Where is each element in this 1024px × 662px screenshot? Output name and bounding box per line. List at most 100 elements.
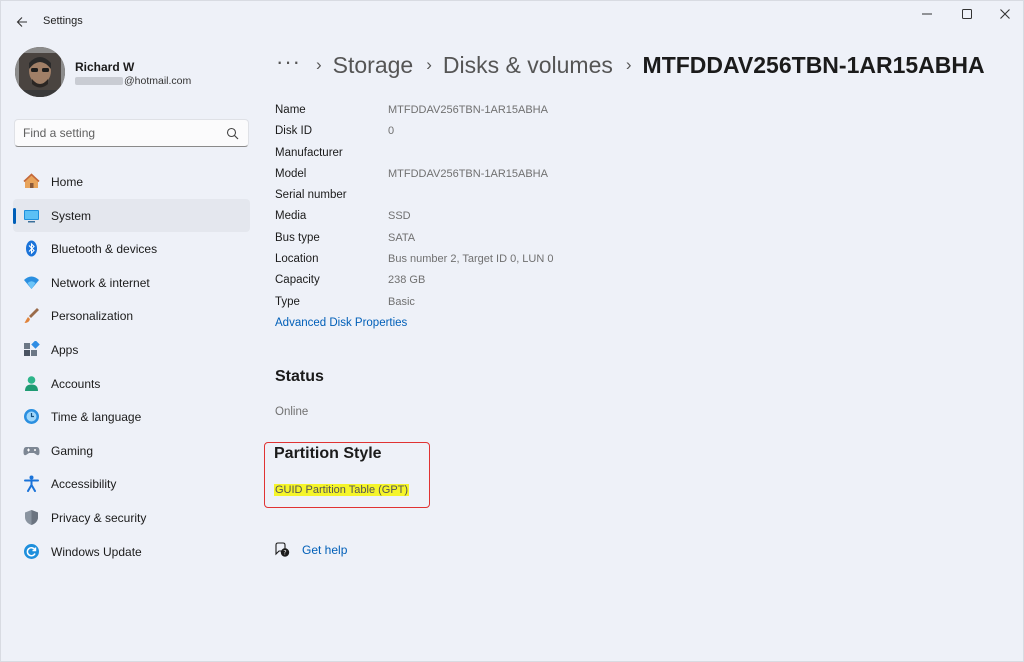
sidebar-item-home[interactable]: Home bbox=[13, 165, 250, 199]
page-title: MTFDDAV256TBN-1AR15ABHA bbox=[642, 51, 985, 78]
chevron-right-icon: › bbox=[625, 55, 632, 74]
property-key: Manufacturer bbox=[275, 146, 343, 159]
property-key: Serial number bbox=[275, 189, 347, 202]
bluetooth-icon bbox=[26, 240, 37, 257]
search-box[interactable] bbox=[14, 119, 249, 147]
title-bar: Settings bbox=[1, 1, 1023, 41]
shield-icon bbox=[25, 509, 38, 525]
property-key: Model bbox=[275, 167, 307, 180]
svg-text:?: ? bbox=[283, 550, 286, 557]
accounts-icon bbox=[25, 375, 38, 391]
property-value: 0 bbox=[388, 125, 395, 138]
accessibility-icon bbox=[24, 475, 39, 493]
sidebar-item-accessibility[interactable]: Accessibility bbox=[13, 467, 250, 501]
sidebar-item-privacy-security[interactable]: Privacy & security bbox=[13, 501, 250, 535]
maximize-icon bbox=[962, 9, 972, 19]
property-row: Disk ID 0 bbox=[275, 121, 675, 142]
property-key: Disk ID bbox=[275, 125, 313, 138]
search-icon[interactable] bbox=[226, 127, 239, 140]
system-icon bbox=[24, 209, 39, 223]
property-value: Bus number 2, Target ID 0, LUN 0 bbox=[388, 253, 554, 266]
sidebar-item-label: System bbox=[51, 208, 92, 223]
sidebar-item-network[interactable]: Network & internet bbox=[13, 266, 250, 300]
property-key: Location bbox=[275, 253, 319, 266]
property-row: Name MTFDDAV256TBN-1AR15ABHA bbox=[275, 100, 675, 121]
sidebar-item-time-language[interactable]: Time & language bbox=[13, 400, 250, 434]
breadcrumb: ··· › Storage › Disks & volumes › MTFDDA… bbox=[276, 49, 985, 81]
sidebar-item-accounts[interactable]: Accounts bbox=[13, 367, 250, 401]
status-value: Online bbox=[275, 406, 309, 418]
partition-style-heading: Partition Style bbox=[274, 445, 382, 462]
minimize-button[interactable] bbox=[909, 5, 945, 23]
property-row: Manufacturer bbox=[275, 143, 675, 164]
sidebar-item-label: Network & internet bbox=[51, 275, 150, 290]
property-row: Model MTFDDAV256TBN-1AR15ABHA bbox=[275, 164, 675, 185]
chevron-right-icon: › bbox=[315, 55, 322, 74]
property-key: Type bbox=[275, 295, 300, 308]
sidebar-item-windows-update[interactable]: Windows Update bbox=[13, 535, 250, 569]
property-value: MTFDDAV256TBN-1AR15ABHA bbox=[388, 104, 548, 116]
property-row: Capacity 238 GB bbox=[275, 270, 675, 291]
sidebar-item-label: Bluetooth & devices bbox=[51, 242, 158, 257]
sidebar-item-label: Apps bbox=[51, 342, 79, 357]
maximize-button[interactable] bbox=[949, 5, 985, 23]
app-title: Settings bbox=[43, 15, 83, 27]
minimize-icon bbox=[922, 13, 932, 15]
property-value: MTFDDAV256TBN-1AR15ABHA bbox=[388, 167, 548, 180]
search-input[interactable] bbox=[23, 125, 223, 141]
breadcrumb-item-storage[interactable]: Storage bbox=[333, 52, 414, 79]
property-row: Media SSD bbox=[275, 206, 675, 227]
sidebar-item-gaming[interactable]: Gaming bbox=[13, 434, 250, 468]
property-key: Media bbox=[275, 210, 307, 223]
get-help-link[interactable]: Get help bbox=[302, 543, 347, 557]
sidebar-item-bluetooth[interactable]: Bluetooth & devices bbox=[13, 232, 250, 266]
status-heading: Status bbox=[275, 368, 324, 385]
sidebar-item-label: Windows Update bbox=[51, 544, 142, 559]
apps-icon bbox=[24, 340, 40, 356]
sidebar-item-system[interactable]: System bbox=[13, 198, 250, 233]
close-icon bbox=[1000, 9, 1010, 19]
settings-window: Settings Richard W @hotmail.com Find a s… bbox=[0, 0, 1024, 662]
chevron-right-icon: › bbox=[426, 55, 432, 74]
back-arrow-icon bbox=[16, 17, 27, 27]
user-email-suffix: @hotmail.com bbox=[124, 75, 192, 87]
brush-icon bbox=[24, 308, 39, 324]
time-language-icon bbox=[24, 409, 39, 425]
wifi-icon bbox=[24, 276, 39, 289]
help-chat-icon: ? bbox=[275, 542, 290, 557]
avatar-photo-icon bbox=[15, 47, 65, 97]
selection-indicator bbox=[13, 207, 16, 224]
property-value: SSD bbox=[388, 210, 411, 223]
property-row: Location Bus number 2, Target ID 0, LUN … bbox=[275, 249, 675, 270]
sidebar-item-label: Accounts bbox=[51, 376, 101, 391]
user-name: Richard W bbox=[75, 60, 135, 74]
home-icon bbox=[23, 173, 40, 188]
property-key: Name bbox=[275, 104, 306, 116]
email-redaction bbox=[75, 77, 123, 85]
update-icon bbox=[24, 543, 39, 559]
sidebar-item-label: Home bbox=[51, 175, 84, 189]
property-value: 238 GB bbox=[388, 274, 426, 287]
get-help[interactable]: ? Get help bbox=[274, 542, 347, 558]
property-key: Bus type bbox=[275, 231, 320, 244]
avatar[interactable] bbox=[15, 47, 65, 97]
sidebar-item-label: Personalization bbox=[51, 309, 134, 324]
sidebar-item-apps[interactable]: Apps bbox=[13, 333, 250, 367]
breadcrumb-item-disks-volumes[interactable]: Disks & volumes bbox=[443, 52, 613, 79]
advanced-disk-properties-link[interactable]: Advanced Disk Properties bbox=[275, 317, 407, 329]
sidebar-item-label: Time & language bbox=[51, 410, 142, 425]
property-value: Basic bbox=[388, 295, 415, 308]
disk-properties: Name MTFDDAV256TBN-1AR15ABHA Disk ID 0 M… bbox=[275, 100, 675, 313]
sidebar-item-label: Privacy & security bbox=[51, 510, 147, 525]
property-key: Capacity bbox=[275, 274, 320, 287]
back-button[interactable] bbox=[13, 13, 31, 31]
sidebar-item-personalization[interactable]: Personalization bbox=[13, 299, 250, 333]
property-row: Bus type SATA bbox=[275, 228, 675, 249]
gaming-icon bbox=[23, 446, 40, 455]
breadcrumb-more-button[interactable]: ··· bbox=[276, 51, 301, 73]
property-value: SATA bbox=[388, 231, 416, 244]
sidebar-item-label: Accessibility bbox=[51, 477, 117, 492]
partition-style-value: GUID Partition Table (GPT) bbox=[274, 484, 410, 496]
close-button[interactable] bbox=[987, 5, 1023, 23]
user-email: @hotmail.com bbox=[75, 75, 191, 87]
